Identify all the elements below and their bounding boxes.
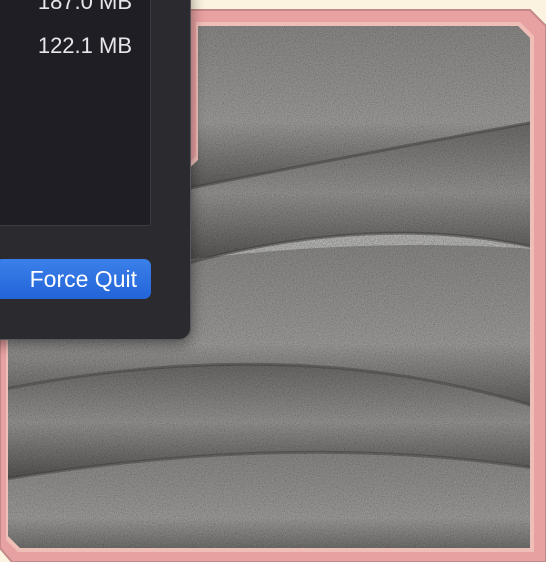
process-memory[interactable]: 187.0 MB [38, 0, 132, 15]
process-memory[interactable]: 122.1 MB [38, 33, 132, 59]
force-quit-button[interactable]: Force Quit [0, 259, 151, 299]
force-quit-dialog: 187.0 MB 122.1 MB Force Quit [0, 0, 191, 340]
process-list[interactable]: 187.0 MB 122.1 MB [0, 0, 151, 226]
